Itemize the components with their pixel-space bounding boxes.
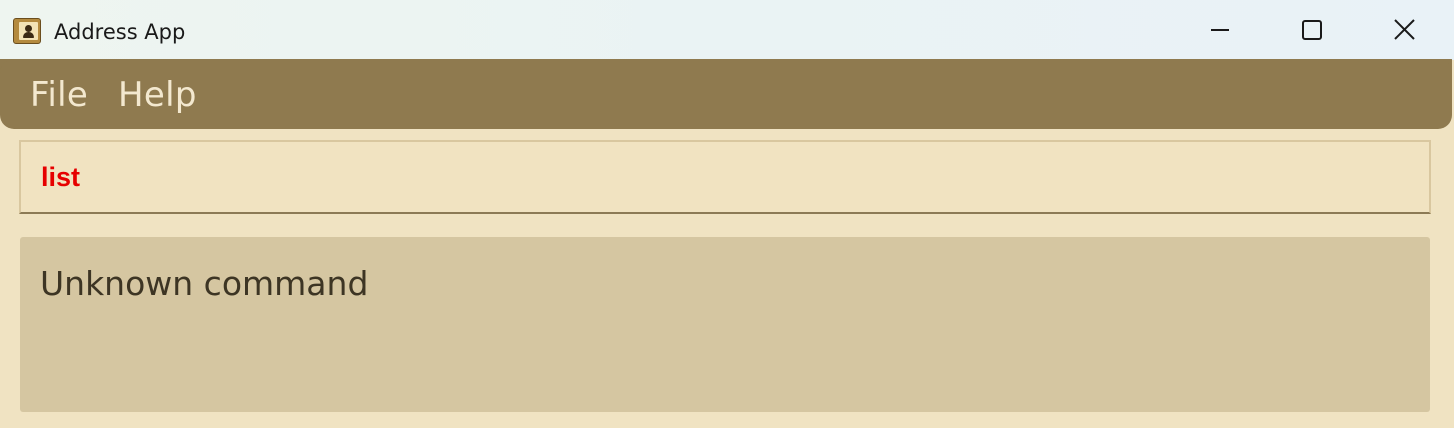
address-app-window: Address App File Help list Unknown comma…	[0, 0, 1454, 428]
title-bar: Address App	[0, 0, 1454, 60]
menu-file[interactable]: File	[30, 73, 88, 117]
minimize-icon	[1211, 29, 1229, 31]
command-input[interactable]: list	[41, 158, 1401, 196]
maximize-icon	[1302, 20, 1322, 40]
result-display: Unknown command	[20, 237, 1430, 412]
address-book-icon	[13, 18, 41, 44]
window-title: Address App	[54, 20, 186, 44]
close-button[interactable]	[1382, 8, 1428, 52]
menu-bar: File Help	[0, 59, 1452, 129]
result-message: Unknown command	[40, 264, 369, 303]
minimize-button[interactable]	[1197, 8, 1243, 52]
menu-help[interactable]: Help	[118, 73, 197, 117]
close-icon	[1394, 19, 1415, 40]
maximize-button[interactable]	[1289, 8, 1335, 52]
command-box[interactable]: list	[19, 140, 1431, 214]
